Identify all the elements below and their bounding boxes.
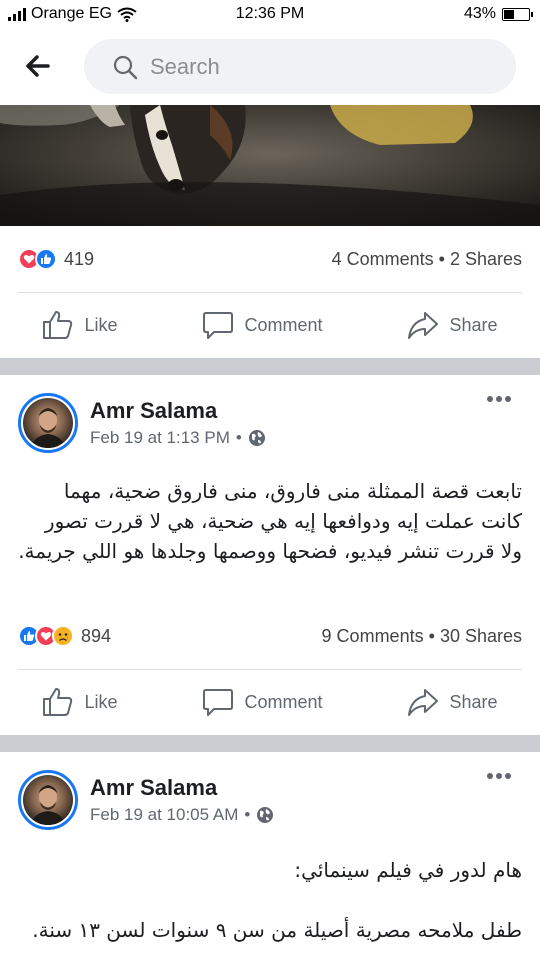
avatar-photo xyxy=(31,785,65,825)
post-photo[interactable] xyxy=(0,105,540,226)
shares-count[interactable]: 2 Shares xyxy=(450,249,522,269)
post-header: Amr Salama Feb 19 at 1:13 PM • xyxy=(0,393,540,463)
search-bar[interactable] xyxy=(84,39,516,94)
back-button[interactable] xyxy=(22,50,54,82)
comment-button[interactable]: Comment xyxy=(202,687,322,717)
post-timestamp[interactable]: Feb 19 at 1:13 PM xyxy=(90,428,230,448)
share-label: Share xyxy=(449,691,498,712)
reaction-count[interactable]: 419 xyxy=(64,249,94,270)
like-button[interactable]: Like xyxy=(42,687,118,717)
public-globe-icon xyxy=(257,807,274,823)
more-options-icon[interactable] xyxy=(486,772,512,780)
share-arrow-icon xyxy=(408,689,439,716)
post-text-line: هام لدور في فيلم سينمائي: xyxy=(294,858,522,882)
reactions-summary: 419 4 Comments • 2 Shares xyxy=(0,226,540,292)
share-button[interactable]: Share xyxy=(407,310,497,340)
like-button[interactable]: Like xyxy=(42,310,118,340)
feed-separator xyxy=(0,358,540,375)
feed-separator xyxy=(0,735,540,752)
post-meta: Feb 19 at 1:13 PM • xyxy=(90,428,266,448)
post-text: تابعت قصة الممثلة منى فاروق، منى فاروق ض… xyxy=(18,479,522,563)
separator-dot: • xyxy=(428,625,435,646)
separator-dot: • xyxy=(235,428,242,447)
like-reaction-icon xyxy=(35,248,57,270)
status-bar: Orange EG 12:36 PM 43% xyxy=(0,0,540,30)
reactions-summary: 894 9 Comments • 30 Shares xyxy=(0,603,540,669)
thumbs-up-icon xyxy=(43,311,73,339)
comment-bubble-icon xyxy=(203,312,234,339)
comment-label: Comment xyxy=(244,314,323,335)
thumbs-up-icon xyxy=(43,688,73,716)
post-text-line: طفل ملامحه مصرية أصيلة من سن ٩ سنوات لسن… xyxy=(32,918,522,942)
post-timestamp[interactable]: Feb 19 at 10:05 AM xyxy=(90,805,238,825)
comments-shares[interactable]: 4 Comments • 2 Shares xyxy=(332,249,522,270)
comment-bubble-icon xyxy=(203,689,234,716)
comment-label: Comment xyxy=(244,691,323,712)
sad-reaction-icon xyxy=(52,625,74,647)
avatar[interactable] xyxy=(18,393,78,453)
author-name[interactable]: Amr Salama xyxy=(90,775,217,801)
share-label: Share xyxy=(449,314,498,335)
reaction-count[interactable]: 894 xyxy=(81,626,111,647)
post-actions: Like Comment Share xyxy=(0,293,540,357)
back-arrow-icon xyxy=(26,55,50,77)
comments-count[interactable]: 9 Comments xyxy=(322,626,424,646)
public-globe-icon xyxy=(248,430,265,446)
separator-dot: • xyxy=(438,248,445,269)
comments-count[interactable]: 4 Comments xyxy=(332,249,434,269)
search-icon xyxy=(113,55,138,79)
more-options-icon[interactable] xyxy=(486,395,512,403)
post-header: Amr Salama Feb 19 at 10:05 AM • xyxy=(0,770,540,840)
post-actions: Like Comment Share xyxy=(0,670,540,734)
comments-shares[interactable]: 9 Comments • 30 Shares xyxy=(322,626,522,647)
comment-button[interactable]: Comment xyxy=(202,310,322,340)
separator-dot: • xyxy=(244,805,251,824)
like-label: Like xyxy=(84,691,118,712)
share-arrow-icon xyxy=(408,312,439,339)
like-label: Like xyxy=(84,314,118,335)
battery-percent: 43% xyxy=(463,5,496,22)
share-button[interactable]: Share xyxy=(407,687,497,717)
author-name[interactable]: Amr Salama xyxy=(90,398,217,424)
post-meta: Feb 19 at 10:05 AM • xyxy=(90,805,274,825)
shares-count[interactable]: 30 Shares xyxy=(440,626,522,646)
battery-icon xyxy=(502,7,533,21)
dog-photo-image xyxy=(0,105,540,226)
avatar[interactable] xyxy=(18,770,78,830)
top-navigation-bar xyxy=(0,30,540,105)
search-input[interactable] xyxy=(150,53,470,80)
avatar-photo xyxy=(31,408,65,448)
clock: 12:36 PM xyxy=(235,5,305,22)
